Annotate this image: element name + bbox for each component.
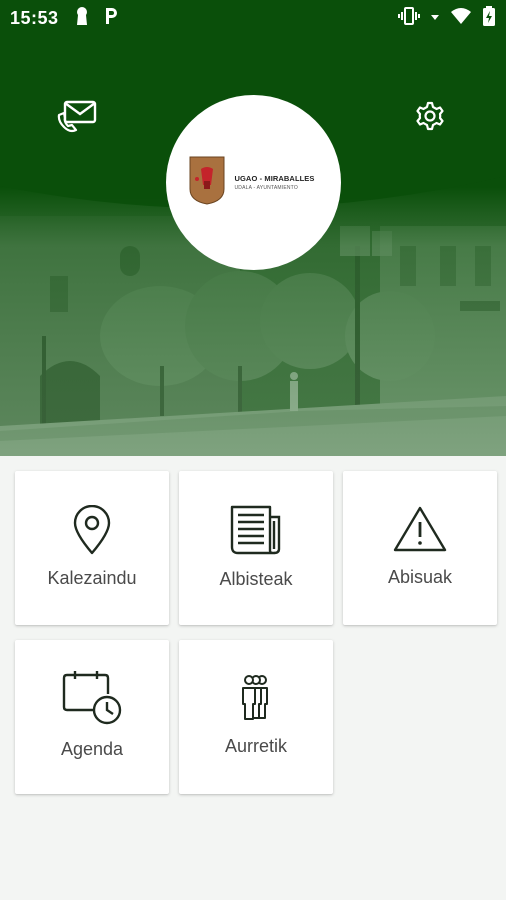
menu-label: Agenda [60,739,124,759]
status-bar: 15:53 [0,0,506,36]
queue-people-icon [238,674,274,727]
coat-of-arms-icon [188,155,226,210]
municipality-logo: UGAO - MIRABALLES UDALA - AYUNTAMIENTO [166,95,341,270]
newspaper-icon [230,505,282,560]
menu-label: Albisteak [219,569,293,589]
contact-button[interactable] [53,94,101,142]
menu-tile-albisteak[interactable]: Albisteak [179,471,333,625]
logo-title: UGAO - MIRABALLES [234,174,315,183]
header-hero: UGAO - MIRABALLES UDALA - AYUNTAMIENTO [0,36,506,456]
calendar-clock-icon [61,670,123,731]
warning-icon [392,505,448,558]
vibrate-icon [398,6,420,31]
battery-icon [482,5,496,32]
gear-icon [415,101,445,136]
logo-subtitle: UDALA - AYUNTAMIENTO [234,185,298,191]
keyhole-icon [75,6,89,31]
menu-label: Aurretik [224,736,287,756]
menu-tile-kalezaindu[interactable]: Kalezaindu [15,471,169,625]
menu-label: Abisuak [387,567,453,587]
wifi-icon [450,6,472,31]
settings-button[interactable] [406,94,454,142]
mail-phone-icon [56,99,98,138]
menu-tile-abisuak[interactable]: Abisuak [343,471,497,625]
parking-icon [103,6,119,31]
menu-tile-aurretik[interactable]: Aurretik [179,640,333,794]
menu-tile-agenda[interactable]: Agenda [15,640,169,794]
signal-icon [430,6,440,31]
status-time: 15:53 [10,7,59,28]
menu-label: Kalezaindu [47,568,137,588]
location-pin-icon [71,504,113,560]
